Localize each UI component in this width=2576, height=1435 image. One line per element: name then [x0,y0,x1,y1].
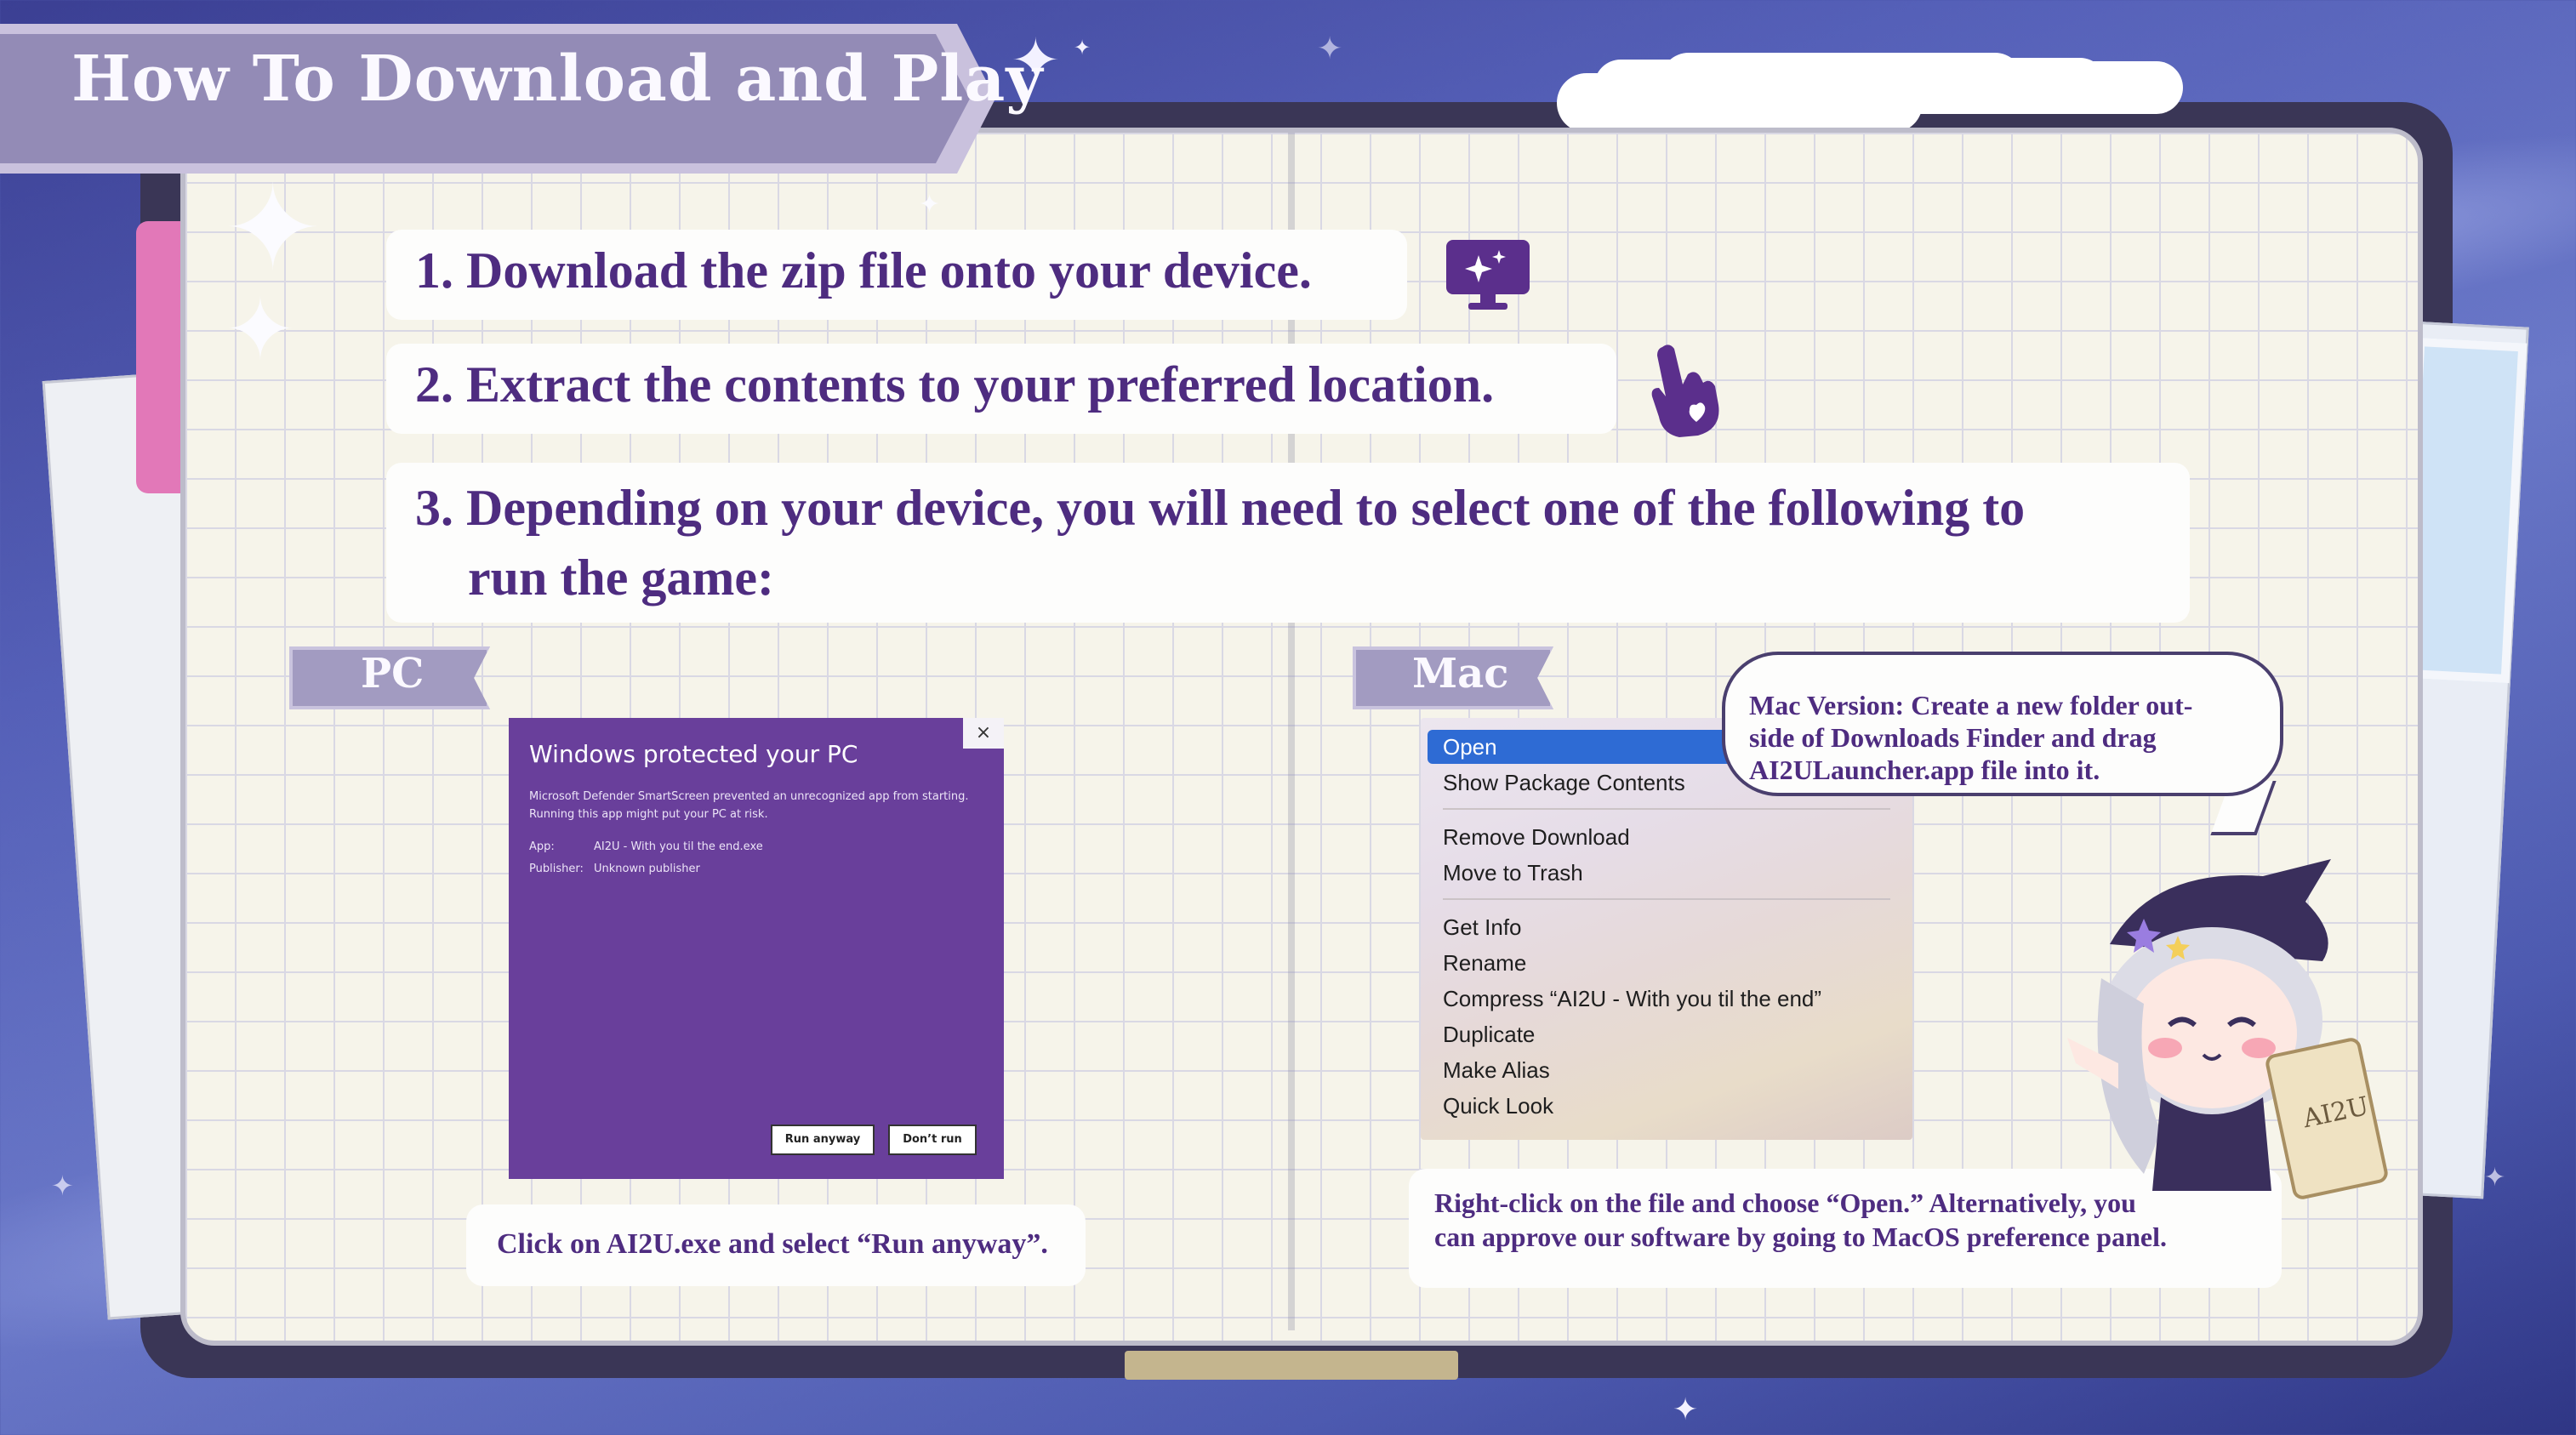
mac-caption-line2: can approve our software by going to Mac… [1434,1221,2167,1252]
menu-item-rename[interactable]: Rename [1428,946,1759,980]
dialog-app-row: App: AI2U - With you til the end.exe [529,840,763,853]
step-3-text-line1: 3. Depending on your device, you will ne… [415,480,2026,536]
pointing-hand-heart-icon [1651,345,1719,437]
sparkle-icon: ✦ [919,190,941,219]
mac-tip-speech-bubble: Mac Version: Create a new folder out- si… [1722,652,2283,796]
menu-item-remove-download[interactable]: Remove Download [1428,820,1759,854]
dialog-publisher-key: Publisher: [529,863,584,875]
bubble-text-line3: AI2ULauncher.app file into it. [1749,755,2100,785]
sparkle-icon: ✦ [225,280,296,379]
step-2-text: 2. Extract the contents to your preferre… [415,356,1495,413]
pc-section-label: PC [289,646,490,709]
step-1-card: 1. Download the zip file onto your devic… [386,230,1407,320]
pc-caption: Click on AI2U.exe and select “Run anyway… [466,1204,1086,1286]
sparkle-icon: ✦ [2484,1163,2506,1193]
bubble-text-line1: Mac Version: Create a new folder out- [1749,690,2193,720]
menu-separator [1443,808,1890,810]
menu-item-move-to-trash[interactable]: Move to Trash [1428,856,1759,890]
dialog-description: Microsoft Defender SmartScreen prevented… [529,790,969,821]
menu-item-duplicate[interactable]: Duplicate [1428,1017,1759,1051]
notebook-tab [136,221,187,493]
sparkle-icon: ✦ [1074,36,1091,60]
step-3-text-line2: run the game: [468,550,774,606]
monitor-sparkle-icon [1446,240,1530,310]
sparkle-icon: ✦ [51,1170,74,1202]
menu-item-compress[interactable]: Compress “AI2U - With you til the end” [1428,982,1887,1016]
sparkle-icon: ✦ [223,160,323,299]
close-icon[interactable]: × [963,718,1004,749]
dialog-publisher-value: Unknown publisher [594,863,700,875]
menu-item-quick-look[interactable]: Quick Look [1428,1089,1759,1123]
cloud-decoration [1557,73,1923,133]
sparkle-icon: ✦ [1317,31,1343,66]
step-2-card: 2. Extract the contents to your preferre… [386,344,1616,434]
windows-smartscreen-dialog: × Windows protected your PC Microsoft De… [509,718,1004,1179]
step-1-text: 1. Download the zip file onto your devic… [415,242,1312,299]
dialog-app-key: App: [529,840,555,853]
menu-item-get-info[interactable]: Get Info [1428,910,1759,944]
menu-item-show-package-contents[interactable]: Show Package Contents [1428,766,1759,800]
notebook-binder [1125,1351,1458,1380]
run-anyway-button[interactable]: Run anyway [771,1125,875,1155]
dialog-publisher-row: Publisher: Unknown publisher [529,863,700,875]
menu-item-open[interactable]: Open [1428,730,1734,764]
bubble-text-line2: side of Downloads Finder and drag [1749,722,2157,753]
witch-mascot-illustration: AI2U [2067,859,2388,1199]
mac-section-label: Mac [1353,646,1553,709]
menu-separator [1443,898,1890,900]
page-title: How To Download and Play [71,43,1044,116]
dialog-title: Windows protected your PC [529,740,858,768]
sparkle-icon: ✦ [1673,1392,1699,1427]
step-3-card: 3. Depending on your device, you will ne… [386,463,2190,623]
menu-item-make-alias[interactable]: Make Alias [1428,1053,1759,1087]
dialog-app-value: AI2U - With you til the end.exe [594,840,763,853]
dont-run-button[interactable]: Don’t run [888,1125,977,1155]
